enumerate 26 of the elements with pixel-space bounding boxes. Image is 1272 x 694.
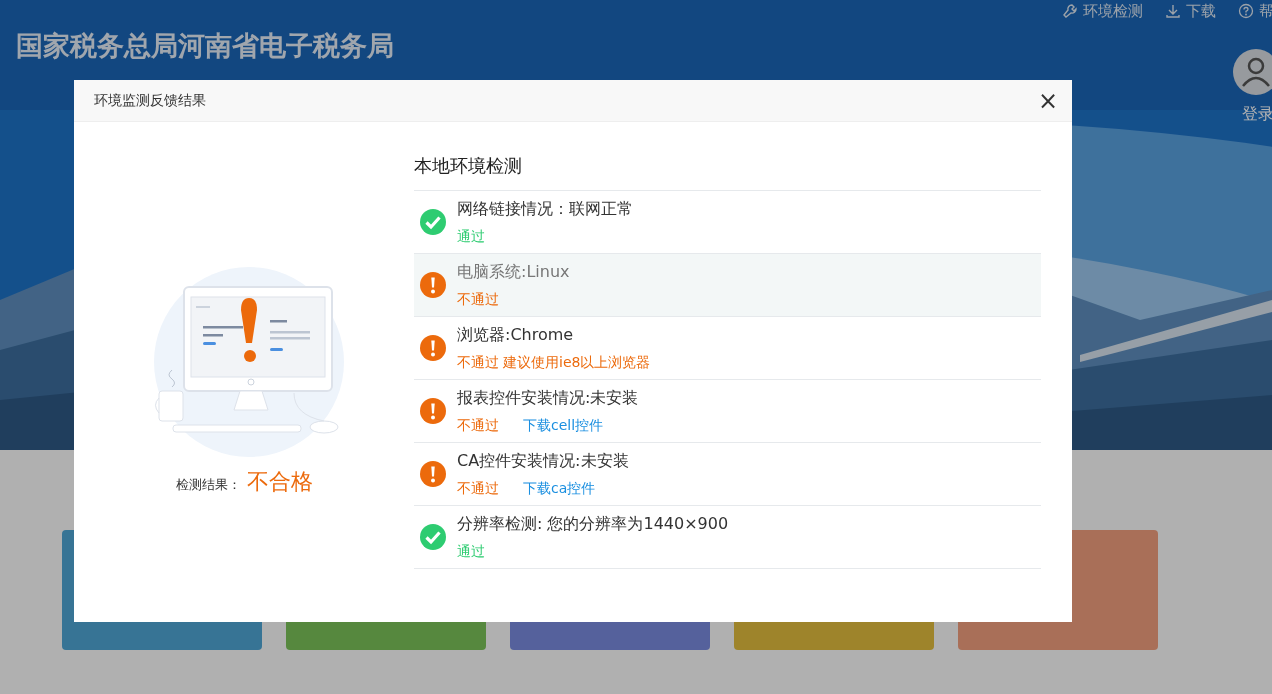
help-icon <box>1238 3 1254 19</box>
result-label: 检测结果： <box>175 476 241 494</box>
result-value: 不合格 <box>246 468 313 496</box>
nav-link[interactable]: 环境检测 <box>1083 0 1143 23</box>
check-title: 网络链接情况：联网正常 <box>457 198 633 220</box>
download-link[interactable]: 下载ca控件 <box>523 478 596 499</box>
check-note: 建议使用ie8以上浏览器 <box>503 353 651 372</box>
close-button[interactable]: × <box>1037 88 1058 113</box>
download-link[interactable]: 下载cell控件 <box>523 415 604 436</box>
site-title: 国家税务总局河南省电子税务局 <box>16 29 394 63</box>
check-status: 不通过 <box>457 479 499 498</box>
check-status: 不通过 <box>457 416 499 435</box>
check-title: CA控件安装情况:未安装 <box>457 450 629 472</box>
check-title: 分辨率检测: 您的分辨率为1440×900 <box>457 513 729 535</box>
wrench-icon <box>1062 3 1078 19</box>
dialog-title: 环境监测反馈结果 <box>94 91 206 110</box>
check-status: 不通过 <box>457 353 499 372</box>
check-title: 电脑系统:Linux <box>457 261 570 283</box>
check-status: 不通过 <box>457 290 499 309</box>
download-icon <box>1165 3 1181 19</box>
check-title: 浏览器:Chrome <box>457 324 575 346</box>
user-avatar-icon <box>1232 48 1272 96</box>
nav-link[interactable]: 下载 <box>1186 0 1216 23</box>
check-title: 报表控件安装情况:未安装 <box>457 387 639 409</box>
check-status: 通过 <box>457 227 485 246</box>
check-status: 通过 <box>457 542 485 561</box>
